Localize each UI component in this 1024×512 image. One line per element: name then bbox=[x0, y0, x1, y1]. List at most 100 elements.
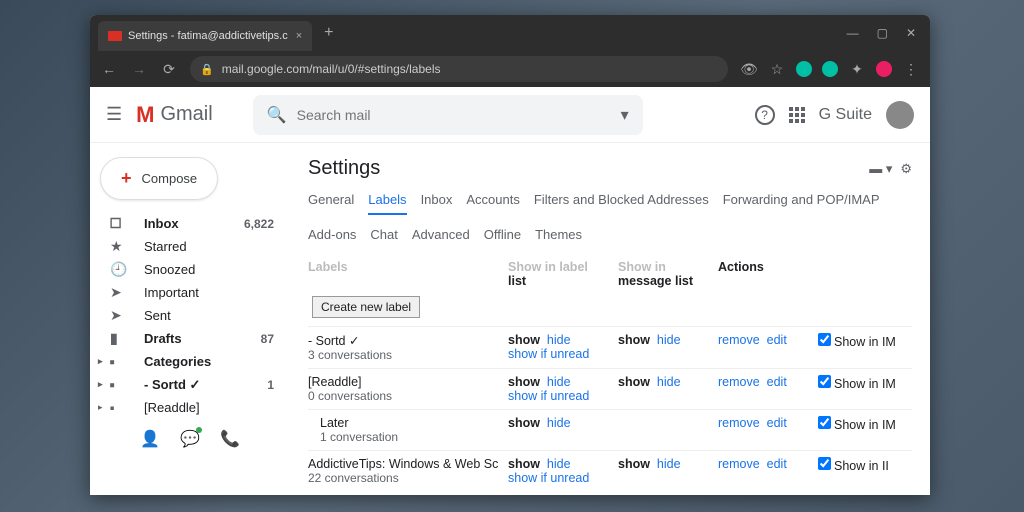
hide-link[interactable]: hide bbox=[657, 457, 681, 471]
density-icon[interactable]: ▬ ▾ bbox=[869, 161, 892, 177]
label-name: [Readdle] bbox=[308, 375, 508, 389]
address-bar: ← → ⟳ 🔒 mail.google.com/mail/u/0/#settin… bbox=[90, 51, 930, 87]
tab-close-icon[interactable]: × bbox=[296, 30, 302, 42]
remove-link[interactable]: remove bbox=[718, 333, 760, 347]
hide-link[interactable]: hide bbox=[657, 333, 681, 347]
show-link[interactable]: show bbox=[618, 457, 650, 471]
titlebar: Settings - fatima@addictivetips.c × + — … bbox=[90, 15, 930, 51]
menu-icon[interactable]: ⋮ bbox=[902, 61, 920, 78]
new-tab-button[interactable]: + bbox=[324, 24, 333, 42]
forward-icon[interactable]: → bbox=[130, 61, 148, 77]
label-name: AddictiveTips: Windows & Web Sc bbox=[308, 457, 508, 471]
show-link[interactable]: show bbox=[508, 457, 540, 471]
show-link[interactable]: show bbox=[508, 416, 540, 430]
show-link[interactable]: show bbox=[618, 375, 650, 389]
contacts-icon[interactable]: 👤 bbox=[140, 429, 160, 449]
show-if-unread-link[interactable]: show if unread bbox=[508, 471, 589, 485]
remove-link[interactable]: remove bbox=[718, 375, 760, 389]
profile-icon[interactable] bbox=[876, 61, 892, 77]
eye-icon[interactable]: 👁 bbox=[740, 61, 758, 78]
sidebar-icon: 🞍 bbox=[110, 399, 130, 416]
settings-tab[interactable]: Chat bbox=[370, 227, 397, 248]
col-msg-list: Show inmessage list bbox=[618, 260, 718, 288]
settings-tab[interactable]: Advanced bbox=[412, 227, 470, 248]
apps-grid-icon[interactable] bbox=[789, 107, 805, 123]
settings-tab[interactable]: General bbox=[308, 192, 354, 215]
hide-link[interactable]: hide bbox=[547, 333, 571, 347]
hide-link[interactable]: hide bbox=[657, 375, 681, 389]
show-in-im-label: Show in IM bbox=[834, 377, 896, 391]
avatar[interactable] bbox=[886, 101, 914, 129]
gear-icon[interactable]: ⚙ bbox=[900, 161, 912, 177]
settings-tab[interactable]: Inbox bbox=[421, 192, 453, 215]
sidebar: + Compose 🞏Inbox6,822★Starred🕘Snoozed➤Im… bbox=[90, 143, 290, 495]
compose-button[interactable]: + Compose bbox=[100, 157, 218, 200]
help-icon[interactable]: ? bbox=[755, 105, 775, 125]
sidebar-icon: 🞍 bbox=[110, 353, 130, 370]
maximize-icon[interactable]: ▢ bbox=[877, 26, 888, 40]
settings-tab[interactable]: Themes bbox=[535, 227, 582, 248]
show-link[interactable]: show bbox=[508, 333, 540, 347]
show-in-im-checkbox[interactable] bbox=[818, 457, 831, 470]
show-link[interactable]: show bbox=[618, 333, 650, 347]
sidebar-item[interactable]: ➤Sent bbox=[90, 304, 290, 327]
star-icon[interactable]: ☆ bbox=[768, 61, 786, 78]
settings-tab[interactable]: Add-ons bbox=[308, 227, 356, 248]
edit-link[interactable]: edit bbox=[767, 375, 787, 389]
label-sub: 22 conversations bbox=[308, 471, 508, 485]
show-in-im-checkbox[interactable] bbox=[818, 333, 831, 346]
sidebar-item[interactable]: ▸🞍- Sortd ✓1 bbox=[90, 373, 290, 396]
settings-tab[interactable]: Labels bbox=[368, 192, 406, 215]
label-sub: 1 conversation bbox=[320, 430, 508, 444]
reload-icon[interactable]: ⟳ bbox=[160, 61, 178, 78]
compose-label: Compose bbox=[142, 171, 198, 186]
show-in-im-checkbox[interactable] bbox=[818, 375, 831, 388]
edit-link[interactable]: edit bbox=[767, 416, 787, 430]
settings-tab[interactable]: Accounts bbox=[466, 192, 519, 215]
edit-link[interactable]: edit bbox=[767, 333, 787, 347]
remove-link[interactable]: remove bbox=[718, 416, 760, 430]
sidebar-item[interactable]: 🞏Inbox6,822 bbox=[90, 212, 290, 235]
browser-tab[interactable]: Settings - fatima@addictivetips.c × bbox=[98, 21, 312, 51]
extensions-icon[interactable]: ✦ bbox=[848, 61, 866, 78]
sidebar-icon: ▮ bbox=[110, 330, 130, 347]
settings-tab[interactable]: Filters and Blocked Addresses bbox=[534, 192, 709, 215]
minimize-icon[interactable]: — bbox=[847, 26, 859, 40]
sidebar-label: Snoozed bbox=[144, 262, 195, 277]
search-box[interactable]: 🔍 ▾ bbox=[253, 95, 643, 135]
brand-text: Gmail bbox=[160, 103, 212, 126]
extension-1-icon[interactable] bbox=[796, 61, 812, 77]
sidebar-item[interactable]: ▸🞍[Readdle] bbox=[90, 396, 290, 419]
sidebar-item[interactable]: 🕘Snoozed bbox=[90, 258, 290, 281]
extension-2-icon[interactable] bbox=[822, 61, 838, 77]
sidebar-item[interactable]: ➤Important bbox=[90, 281, 290, 304]
search-dropdown-icon[interactable]: ▾ bbox=[621, 105, 629, 125]
show-if-unread-link[interactable]: show if unread bbox=[508, 389, 589, 403]
settings-tabs: General Labels Inbox Accounts Filters and Bl… bbox=[308, 192, 912, 215]
hide-link[interactable]: hide bbox=[547, 375, 571, 389]
create-label-button[interactable]: Create new label bbox=[312, 296, 420, 318]
hide-link[interactable]: hide bbox=[547, 457, 571, 471]
back-icon[interactable]: ← bbox=[100, 61, 118, 77]
edit-link[interactable]: edit bbox=[767, 457, 787, 471]
url-box[interactable]: 🔒 mail.google.com/mail/u/0/#settings/lab… bbox=[190, 56, 728, 82]
hangouts-icon[interactable]: 💬 bbox=[180, 429, 200, 449]
show-in-im-label: Show in II bbox=[834, 459, 889, 473]
settings-tab[interactable]: Forwarding and POP/IMAP bbox=[723, 192, 880, 215]
label-name: - Sortd ✓ bbox=[308, 333, 508, 348]
phone-icon[interactable]: 📞 bbox=[220, 429, 240, 449]
show-link[interactable]: show bbox=[508, 375, 540, 389]
gmail-logo[interactable]: M Gmail bbox=[136, 102, 213, 128]
sidebar-item[interactable]: ▸🞍Categories bbox=[90, 350, 290, 373]
search-input[interactable] bbox=[297, 107, 621, 123]
show-if-unread-link[interactable]: show if unread bbox=[508, 347, 589, 361]
hamburger-icon[interactable]: ☰ bbox=[106, 104, 122, 125]
remove-link[interactable]: remove bbox=[718, 457, 760, 471]
settings-tab[interactable]: Offline bbox=[484, 227, 521, 248]
show-in-im-checkbox[interactable] bbox=[818, 416, 831, 429]
gsuite-label: G Suite bbox=[819, 106, 872, 124]
sidebar-item[interactable]: ★Starred bbox=[90, 235, 290, 258]
hide-link[interactable]: hide bbox=[547, 416, 571, 430]
close-window-icon[interactable]: ✕ bbox=[906, 26, 916, 40]
sidebar-item[interactable]: ▮Drafts87 bbox=[90, 327, 290, 350]
